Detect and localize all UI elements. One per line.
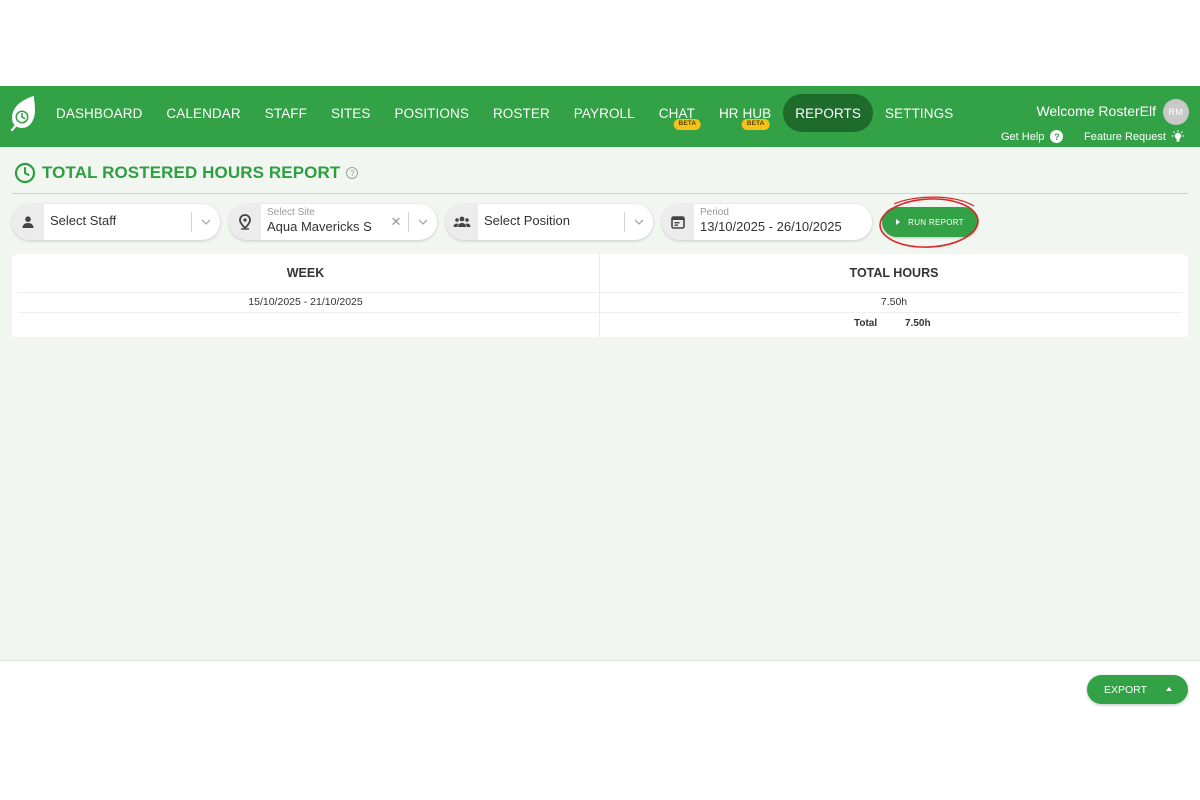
app-window: DASHBOARD CALENDAR STAFF SITES POSITIONS…	[0, 86, 1200, 714]
clock-icon	[14, 162, 36, 184]
nav-calendar[interactable]: CALENDAR	[154, 94, 252, 132]
staff-select[interactable]: Select Staff	[12, 204, 220, 240]
staff-select-placeholder: Select Staff	[50, 213, 117, 228]
calendar-icon	[662, 204, 694, 240]
period-value: 13/10/2025 - 26/10/2025	[700, 219, 842, 234]
period-picker-body: Period 13/10/2025 - 26/10/2025	[694, 204, 872, 240]
question-icon: ?	[1050, 130, 1064, 143]
nav-label: POSITIONS	[394, 105, 469, 121]
feature-request-label: Feature Request	[1084, 131, 1166, 143]
nav-reports[interactable]: REPORTS	[783, 94, 874, 132]
column-header-week: WEEK	[286, 266, 325, 280]
staff-select-body: Select Staff	[44, 204, 191, 240]
nav-label: REPORTS	[795, 105, 862, 121]
nav-label: SETTINGS	[885, 105, 954, 121]
nav-menu: DASHBOARD CALENDAR STAFF SITES POSITIONS…	[44, 94, 965, 132]
people-icon	[446, 204, 478, 240]
nav-label: CALENDAR	[166, 105, 241, 121]
period-picker[interactable]: Period 13/10/2025 - 26/10/2025	[662, 204, 872, 240]
position-select-placeholder: Select Position	[484, 213, 570, 228]
report-table: WEEK TOTAL HOURS 15/10/2025 - 21/10/2025…	[12, 254, 1188, 337]
title-divider	[12, 193, 1188, 194]
chevron-down-icon[interactable]	[625, 204, 653, 240]
nav-label: STAFF	[264, 105, 307, 121]
position-select[interactable]: Select Position	[446, 204, 653, 240]
nav-chat[interactable]: CHAT BETA	[647, 94, 707, 132]
chevron-down-icon[interactable]	[192, 204, 220, 240]
nav-hr-hub[interactable]: HR HUB BETA	[707, 94, 783, 132]
beta-badge: BETA	[741, 119, 770, 130]
column-header-total-hours: TOTAL HOURS	[849, 266, 939, 280]
export-label: EXPORT	[1104, 683, 1147, 696]
table-row-hours: 7.50h	[880, 296, 908, 308]
nav-settings[interactable]: SETTINGS	[873, 94, 965, 132]
nav-label: DASHBOARD	[56, 105, 143, 121]
clear-icon[interactable]: ✕	[388, 204, 404, 240]
footer-bar: EXPORT	[0, 660, 1200, 714]
nav-staff[interactable]: STAFF	[253, 94, 319, 132]
total-value: 7.50h	[905, 318, 931, 329]
table-row-week: 15/10/2025 - 21/10/2025	[248, 296, 363, 308]
chevron-down-icon[interactable]	[409, 204, 437, 240]
nav-positions[interactable]: POSITIONS	[383, 94, 481, 132]
get-help-link[interactable]: Get Help ?	[1001, 130, 1064, 143]
nav-payroll[interactable]: PAYROLL	[562, 94, 647, 132]
nav-sites[interactable]: SITES	[319, 94, 383, 132]
help-circle-icon[interactable]: ?	[346, 167, 359, 179]
rosterelf-logo-icon[interactable]	[8, 94, 38, 132]
person-icon	[12, 204, 44, 240]
nav-label: SITES	[331, 105, 371, 121]
feature-request-link[interactable]: Feature Request	[1084, 130, 1185, 144]
run-report-label: RUN REPORT	[908, 217, 964, 227]
total-label: Total	[854, 318, 878, 329]
nav-roster[interactable]: ROSTER	[481, 94, 562, 132]
site-select[interactable]: Select Site Aqua Mavericks S ✕	[229, 204, 437, 240]
get-help-label: Get Help	[1001, 130, 1045, 143]
avatar[interactable]: RM	[1163, 99, 1189, 125]
site-select-label: Select Site	[267, 207, 315, 218]
site-select-value: Aqua Mavericks S	[267, 219, 372, 234]
run-report-button[interactable]: RUN REPORT	[882, 207, 978, 237]
nav-label: ROSTER	[492, 105, 550, 121]
position-select-body: Select Position	[478, 204, 624, 240]
play-icon	[896, 219, 901, 225]
location-pin-icon	[229, 204, 261, 240]
export-button[interactable]: EXPORT	[1087, 675, 1188, 704]
site-select-body: Select Site Aqua Mavericks S	[261, 204, 388, 240]
nav-label: PAYROLL	[573, 105, 635, 121]
row-divider	[18, 312, 1182, 313]
period-label: Period	[700, 207, 729, 218]
caret-up-icon	[1166, 687, 1172, 691]
top-nav: DASHBOARD CALENDAR STAFF SITES POSITIONS…	[0, 86, 1200, 147]
page-header: TOTAL ROSTERED HOURS REPORT ?	[14, 162, 359, 184]
welcome-text: Welcome RosterElf	[1036, 103, 1156, 119]
row-divider	[18, 292, 1182, 293]
beta-badge: BETA	[673, 119, 702, 130]
nav-dashboard[interactable]: DASHBOARD	[44, 94, 154, 132]
page-title: TOTAL ROSTERED HOURS REPORT	[42, 163, 341, 182]
lightbulb-icon	[1171, 130, 1185, 142]
